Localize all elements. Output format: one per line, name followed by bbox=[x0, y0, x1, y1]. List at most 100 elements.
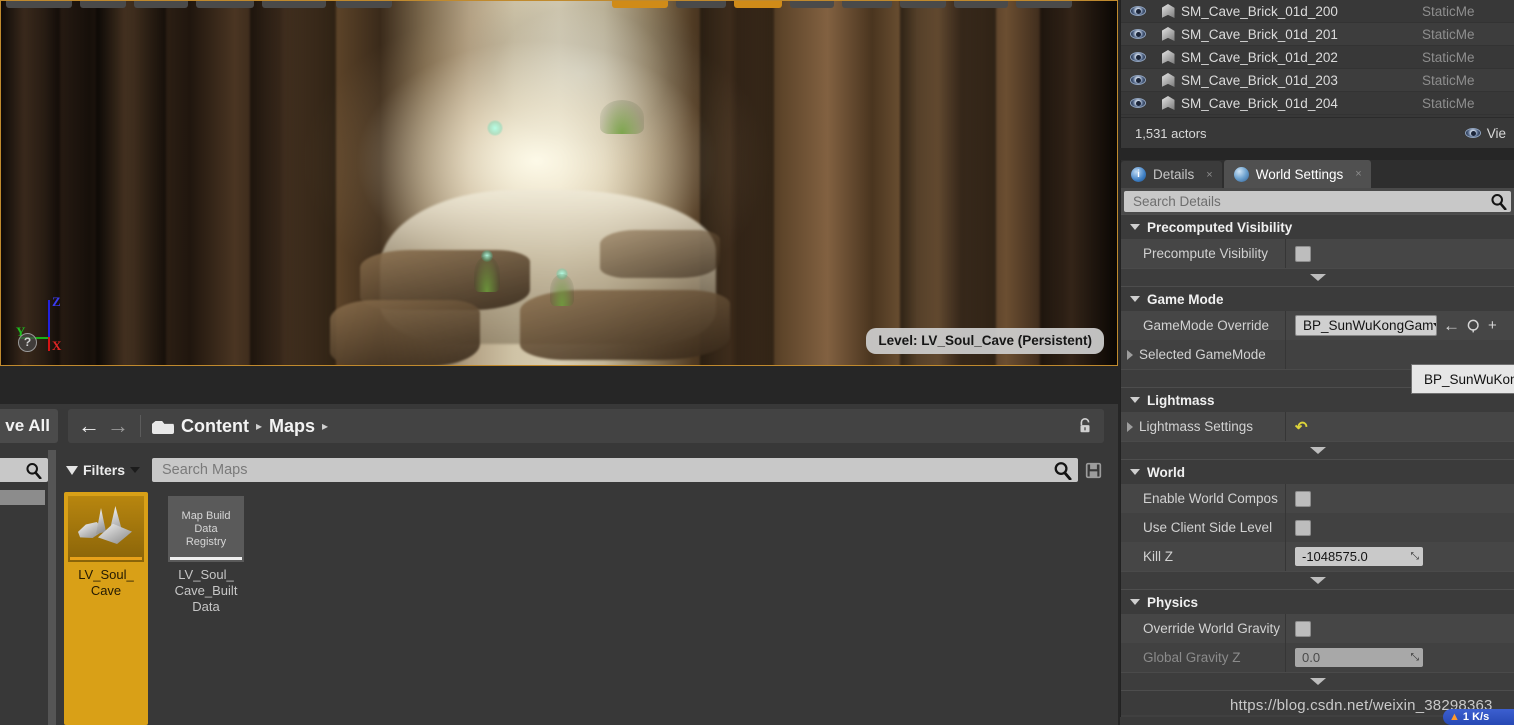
precompute-visibility-checkbox[interactable] bbox=[1295, 245, 1311, 262]
asset-name-level: LV_Soul_ Cave bbox=[78, 567, 134, 598]
sources-panel-selected-item[interactable] bbox=[0, 490, 45, 505]
use-client-side-level-checkbox[interactable] bbox=[1295, 519, 1311, 536]
outliner-row[interactable]: SM_Cave_Brick_01d_201 StaticMe bbox=[1121, 23, 1514, 46]
viewport-help-icon[interactable]: ? bbox=[18, 333, 37, 352]
outliner-item-label: SM_Cave_Brick_01d_200 bbox=[1181, 3, 1338, 19]
outliner-row[interactable]: SM_Cave_Brick_01d_200 StaticMe bbox=[1121, 0, 1514, 23]
revert-icon[interactable]: ↶ bbox=[1295, 418, 1308, 436]
sources-search-input[interactable] bbox=[0, 458, 48, 482]
scroll-more-lightmass[interactable] bbox=[1121, 441, 1514, 459]
outliner-row[interactable]: SM_Cave_Brick_01d_202 StaticMe bbox=[1121, 46, 1514, 69]
asset-thumbnail-level bbox=[68, 496, 144, 562]
row-precompute-visibility: Precompute Visibility bbox=[1121, 239, 1514, 268]
enable-world-composition-checkbox[interactable] bbox=[1295, 490, 1311, 507]
tab-world-settings-label: World Settings bbox=[1255, 166, 1344, 182]
upload-arrow-icon: ▲ bbox=[1449, 711, 1460, 723]
tab-world-settings[interactable]: World Settings × bbox=[1223, 160, 1371, 188]
row-override-world-gravity: Override World Gravity bbox=[1121, 614, 1514, 643]
breadcrumb: ← → Content ▸ Maps ▸ bbox=[68, 409, 1104, 443]
content-browser-splitter[interactable] bbox=[48, 450, 56, 725]
info-icon: i bbox=[1131, 167, 1146, 182]
asset-name-built-data: LV_Soul_ Cave_Built Data bbox=[174, 567, 238, 614]
category-game-mode[interactable]: Game Mode bbox=[1121, 286, 1514, 311]
tab-details-label: Details bbox=[1153, 167, 1195, 182]
drag-handle-icon[interactable]: ⤢ bbox=[1411, 551, 1419, 562]
eye-icon bbox=[1130, 98, 1146, 108]
category-precomputed-visibility[interactable]: Precomputed Visibility bbox=[1121, 214, 1514, 239]
scroll-more-world[interactable] bbox=[1121, 571, 1514, 589]
visibility-toggle[interactable] bbox=[1121, 52, 1155, 62]
static-mesh-icon bbox=[1155, 96, 1181, 110]
network-speed-indicator: ▲ 1 K/s bbox=[1443, 709, 1514, 725]
global-gravity-z-label: Global Gravity Z bbox=[1121, 643, 1286, 672]
outliner-footer: 1,531 actors Vie bbox=[1121, 117, 1514, 148]
chevron-down-icon bbox=[1130, 469, 1140, 475]
category-world-label: World bbox=[1147, 464, 1185, 480]
tab-details[interactable]: i Details × bbox=[1121, 161, 1222, 188]
unreal-editor-window: Z Y X ? Level: LV_Soul_Cave (Persistent)… bbox=[0, 0, 1514, 725]
outliner-row-list: SM_Cave_Brick_01d_200 StaticMe SM_Cave_Bri… bbox=[1121, 0, 1514, 115]
search-details-input[interactable]: Search Details bbox=[1124, 190, 1511, 212]
filters-button[interactable]: Filters bbox=[58, 458, 148, 482]
save-search-icon[interactable] bbox=[1082, 462, 1104, 479]
visibility-toggle[interactable] bbox=[1121, 98, 1155, 108]
override-world-gravity-label: Override World Gravity bbox=[1121, 614, 1286, 643]
save-all-button[interactable]: ve All bbox=[0, 409, 58, 443]
tab-world-settings-close-icon[interactable]: × bbox=[1355, 168, 1361, 180]
search-details-bar: Search Details bbox=[1121, 188, 1514, 214]
eye-icon bbox=[1130, 75, 1146, 85]
visibility-toggle[interactable] bbox=[1121, 75, 1155, 85]
browse-icon[interactable] bbox=[1466, 318, 1482, 334]
chevron-down-icon bbox=[1130, 599, 1140, 605]
chevron-down-icon bbox=[1309, 274, 1326, 281]
search-assets-input[interactable]: Search Maps bbox=[152, 458, 1078, 482]
chevron-down-icon bbox=[1433, 322, 1436, 329]
row-kill-z: Kill Z -1048575.0 ⤢ bbox=[1121, 542, 1514, 571]
chevron-down-icon bbox=[1130, 224, 1140, 230]
tab-details-close-icon[interactable]: × bbox=[1206, 169, 1212, 181]
filter-icon bbox=[66, 465, 78, 475]
lock-icon[interactable] bbox=[1076, 417, 1094, 435]
level-viewport[interactable]: Z Y X ? Level: LV_Soul_Cave (Persistent) bbox=[0, 0, 1118, 366]
world-outliner[interactable]: SM_Cave_Brick_01d_200 StaticMe SM_Cave_Bri… bbox=[1120, 0, 1514, 148]
outliner-row[interactable]: SM_Cave_Brick_01d_203 StaticMe bbox=[1121, 69, 1514, 92]
content-browser-filter-bar: Filters Search Maps bbox=[58, 458, 1104, 482]
viewport-level-label: Level: LV_Soul_Cave (Persistent) bbox=[866, 328, 1104, 354]
asset-tile-level[interactable]: LV_Soul_ Cave bbox=[64, 492, 148, 725]
view-options-button[interactable]: Vie bbox=[1464, 125, 1506, 141]
row-global-gravity-z: Global Gravity Z 0.0 ⤢ bbox=[1121, 643, 1514, 672]
chevron-down-icon bbox=[1309, 447, 1326, 454]
selected-gamemode-label-wrap[interactable]: Selected GameMode bbox=[1121, 340, 1286, 369]
outliner-item-label: SM_Cave_Brick_01d_201 bbox=[1181, 26, 1338, 42]
asset-tile-built-data[interactable]: Map Build Data Registry LV_Soul_ Cave_Built… bbox=[164, 492, 248, 725]
row-enable-world-composition: Enable World Compos bbox=[1121, 484, 1514, 513]
breadcrumb-separator-icon: ▸ bbox=[255, 419, 263, 433]
eye-icon bbox=[1130, 29, 1146, 39]
visibility-toggle[interactable] bbox=[1121, 6, 1155, 16]
visibility-toggle[interactable] bbox=[1121, 29, 1155, 39]
row-gamemode-override: GameMode Override BP_SunWuKongGam ← + bbox=[1121, 311, 1514, 340]
nav-forward-icon[interactable]: → bbox=[107, 415, 129, 437]
axis-x-label: X bbox=[52, 338, 62, 353]
eye-icon bbox=[1464, 128, 1481, 138]
kill-z-input[interactable]: -1048575.0 ⤢ bbox=[1295, 547, 1423, 566]
outliner-item-type: StaticMe bbox=[1422, 95, 1475, 111]
gamemode-add-button[interactable]: + bbox=[1488, 318, 1497, 333]
scroll-more-visibility[interactable] bbox=[1121, 268, 1514, 286]
outliner-item-type: StaticMe bbox=[1422, 72, 1475, 88]
scroll-more-physics[interactable] bbox=[1121, 672, 1514, 690]
outliner-row[interactable]: SM_Cave_Brick_01d_204 StaticMe bbox=[1121, 92, 1514, 115]
lightmass-settings-label-wrap[interactable]: Lightmass Settings bbox=[1121, 412, 1286, 441]
breadcrumb-maps[interactable]: Maps bbox=[269, 416, 315, 437]
view-options-label: Vie bbox=[1486, 125, 1506, 141]
breadcrumb-content[interactable]: Content bbox=[181, 416, 249, 437]
chevron-right-icon bbox=[1127, 421, 1133, 432]
category-world[interactable]: World bbox=[1121, 459, 1514, 484]
gamemode-back-button[interactable]: ← bbox=[1443, 316, 1460, 336]
gamemode-override-dropdown[interactable]: BP_SunWuKongGam bbox=[1295, 315, 1437, 336]
nav-back-icon[interactable]: ← bbox=[78, 415, 100, 437]
row-lightmass-settings: Lightmass Settings ↶ bbox=[1121, 412, 1514, 441]
sources-panel[interactable] bbox=[0, 486, 48, 725]
override-world-gravity-checkbox[interactable] bbox=[1295, 620, 1311, 637]
category-physics[interactable]: Physics bbox=[1121, 589, 1514, 614]
